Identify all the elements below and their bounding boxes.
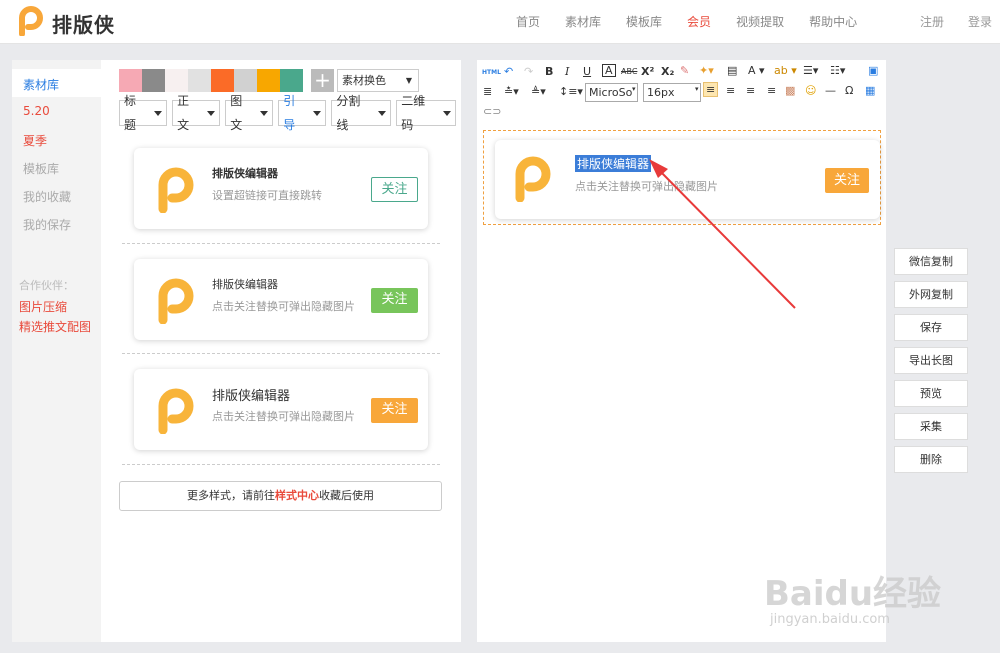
sidebar-item-520[interactable]: 5.20 [23,104,50,118]
nav-home[interactable]: 首页 [516,0,540,44]
sidebar-item-materials[interactable]: 素材库 [23,76,59,93]
follow-card-style-3[interactable]: 排版侠编辑器 点击关注替换可弹出隐藏图片 关注 [134,369,428,450]
logo-text[interactable]: 排版侠 [52,9,115,38]
style-center-link[interactable]: 样式中心 [275,489,319,502]
divider [122,243,440,244]
paibanxia-logo-icon [158,167,194,213]
category-tabs: 标题 正文 图文 引导 分割线 二维码 [119,94,461,132]
tab-label: 二维码 [401,94,426,132]
follow-button[interactable]: 关注 [371,177,418,202]
red-arrow-annotation [649,159,796,309]
tab-label: 正文 [177,94,190,132]
caret-down-icon [207,110,216,116]
more-prefix: 更多样式，请前往 [187,489,275,502]
baidu-jingyan-watermark: Baidu经验 [764,574,942,614]
partner-image-compress[interactable]: 图片压缩 [19,298,67,315]
follow-button[interactable]: 关注 [371,288,418,313]
export-long-image-button[interactable]: 导出长图 [894,347,968,374]
paibanxia-logo-icon [158,278,194,324]
auth-links: 注册 登录 [896,0,992,44]
paibanxia-logo-icon [158,388,194,434]
action-buttons: 微信复制 外网复制 保存 导出长图 预览 采集 删除 [894,248,968,479]
add-color-icon[interactable]: + [311,69,334,92]
top-navbar: 排版侠 首页 素材库 模板库 会员 视频提取 帮助中心 注册 登录 [0,0,1000,44]
sidebar-item-summer[interactable]: 夏季 [23,132,47,149]
watermark-url: jingyan.baidu.com [770,612,890,627]
card-subtitle: 点击关注替换可弹出隐藏图片 [212,410,355,423]
follow-card-style-1[interactable]: 排版侠编辑器 设置超链接可直接跳转 关注 [134,148,428,229]
follow-button[interactable]: 关注 [371,398,418,423]
tab-qrcode[interactable]: 二维码 [396,94,456,132]
register-link[interactable]: 注册 [920,0,944,44]
delete-button[interactable]: 删除 [894,446,968,473]
caret-down-icon [154,110,163,116]
paibanxia-logo-icon[interactable] [14,6,44,36]
collect-button[interactable]: 采集 [894,413,968,440]
tab-title[interactable]: 标题 [119,94,168,132]
sidebar-item-templates[interactable]: 模板库 [23,160,59,177]
tab-image-text[interactable]: 图文 [225,94,274,132]
preview-button[interactable]: 预览 [894,380,968,407]
tab-body[interactable]: 正文 [172,94,221,132]
editor-panel: HTML ↶ ↷ B I U A ABC X² X₂ ✎ ✦▾ ▤ A ▾ ab… [477,60,886,642]
divider [122,464,440,465]
material-panel: 素材库 5.20 夏季 模板库 我的收藏 我的保存 合作伙伴： 图片压缩 精选推… [12,60,461,642]
color-swatch[interactable] [257,69,280,92]
nav-help-center[interactable]: 帮助中心 [809,0,857,44]
nav-materials[interactable]: 素材库 [565,0,601,44]
partners-label: 合作伙伴： [19,279,74,292]
chevron-down-icon: ▼ [405,76,412,85]
divider [122,353,440,354]
wechat-copy-button[interactable]: 微信复制 [894,248,968,275]
external-copy-button[interactable]: 外网复制 [894,281,968,308]
tab-guide[interactable]: 引导 [278,94,327,132]
sidebar-item-saved[interactable]: 我的保存 [23,216,71,233]
login-link[interactable]: 登录 [968,0,992,44]
card-title: 排版侠编辑器 [212,167,278,180]
nav-membership[interactable]: 会员 [687,0,711,44]
tab-label: 引导 [283,94,296,132]
sidebar: 素材库 5.20 夏季 模板库 我的收藏 我的保存 合作伙伴： 图片压缩 精选推… [12,60,101,642]
caret-down-icon [443,110,451,116]
tab-label: 图文 [230,94,243,132]
nav-video-extract[interactable]: 视频提取 [736,0,784,44]
nav-templates[interactable]: 模板库 [626,0,662,44]
card-title: 排版侠编辑器 [212,278,278,291]
save-button[interactable]: 保存 [894,314,968,341]
tab-divider[interactable]: 分割线 [331,94,392,132]
card-title: 排版侠编辑器 [212,389,291,404]
caret-down-icon [378,110,387,116]
sidebar-item-favorites[interactable]: 我的收藏 [23,188,71,205]
partner-article-images[interactable]: 精选推文配图 [19,318,91,335]
follow-card-style-2[interactable]: 排版侠编辑器 点击关注替换可弹出隐藏图片 关注 [134,259,428,340]
card-subtitle: 设置超链接可直接跳转 [212,189,322,202]
main-nav: 首页 素材库 模板库 会员 视频提取 帮助中心 [516,0,882,44]
more-suffix: 收藏后使用 [319,489,374,502]
card-subtitle: 点击关注替换可弹出隐藏图片 [212,300,355,313]
tab-label: 标题 [124,94,137,132]
caret-down-icon [260,110,269,116]
recolor-select-label: 素材换色 [342,74,386,87]
tab-label: 分割线 [336,94,361,132]
caret-down-icon [313,110,322,116]
more-styles-button[interactable]: 更多样式，请前往样式中心收藏后使用 [119,481,442,511]
